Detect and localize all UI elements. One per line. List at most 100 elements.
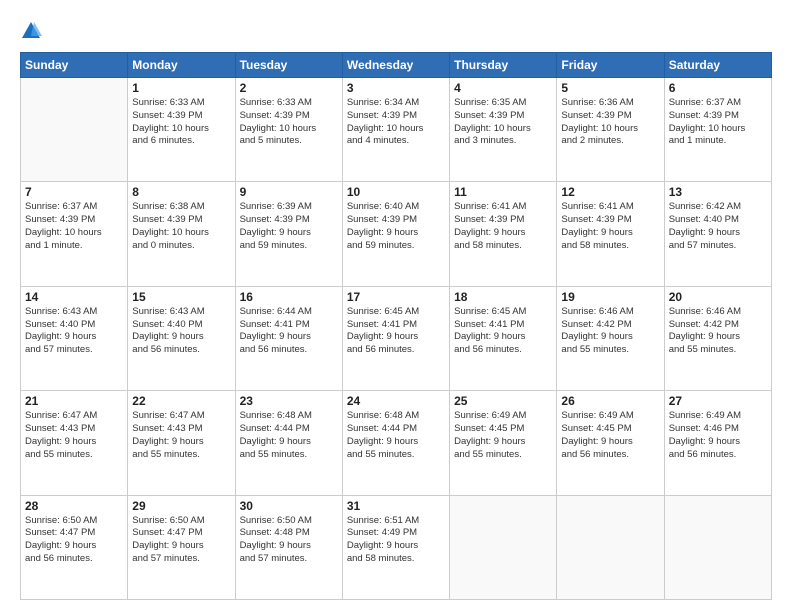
day-number: 5	[561, 81, 659, 95]
day-info: Sunrise: 6:35 AMSunset: 4:39 PMDaylight:…	[454, 97, 552, 148]
day-number: 9	[240, 185, 338, 199]
header	[20, 16, 772, 42]
day-info: Sunrise: 6:49 AMSunset: 4:45 PMDaylight:…	[454, 410, 552, 461]
day-info: Sunrise: 6:46 AMSunset: 4:42 PMDaylight:…	[561, 306, 659, 357]
day-info: Sunrise: 6:37 AMSunset: 4:39 PMDaylight:…	[669, 97, 767, 148]
day-number: 14	[25, 290, 123, 304]
day-info: Sunrise: 6:42 AMSunset: 4:40 PMDaylight:…	[669, 201, 767, 252]
day-number: 2	[240, 81, 338, 95]
day-info: Sunrise: 6:45 AMSunset: 4:41 PMDaylight:…	[347, 306, 445, 357]
day-info: Sunrise: 6:48 AMSunset: 4:44 PMDaylight:…	[347, 410, 445, 461]
page: SundayMondayTuesdayWednesdayThursdayFrid…	[0, 0, 792, 612]
calendar-cell: 2 Sunrise: 6:33 AMSunset: 4:39 PMDaylight…	[235, 78, 342, 182]
day-info: Sunrise: 6:48 AMSunset: 4:44 PMDaylight:…	[240, 410, 338, 461]
calendar-cell: 14Sunrise: 6:43 AMSunset: 4:40 PMDayligh…	[21, 286, 128, 390]
day-info: Sunrise: 6:46 AMSunset: 4:42 PMDaylight:…	[669, 306, 767, 357]
calendar-cell: 12 Sunrise: 6:41 AMSunset: 4:39 PMDayligh…	[557, 182, 664, 286]
day-number: 3	[347, 81, 445, 95]
day-info: Sunrise: 6:34 AMSunset: 4:39 PMDaylight:…	[347, 97, 445, 148]
calendar-cell: 28 Sunrise: 6:50 AMSunset: 4:47 PMDayligh…	[21, 495, 128, 599]
calendar-cell	[664, 495, 771, 599]
calendar-cell: 18 Sunrise: 6:45 AMSunset: 4:41 PMDayligh…	[450, 286, 557, 390]
calendar-cell: 8 Sunrise: 6:38 AMSunset: 4:39 PMDaylight…	[128, 182, 235, 286]
day-info: Sunrise: 6:43 AMSunset: 4:40 PMDaylight:…	[132, 306, 230, 357]
day-number: 20	[669, 290, 767, 304]
day-info: Sunrise: 6:40 AMSunset: 4:39 PMDaylight:…	[347, 201, 445, 252]
weekday-header-tuesday: Tuesday	[235, 53, 342, 78]
day-info: Sunrise: 6:50 AMSunset: 4:47 PMDaylight:…	[25, 515, 123, 566]
day-info: Sunrise: 6:47 AMSunset: 4:43 PMDaylight:…	[25, 410, 123, 461]
calendar-cell: 1Sunrise: 6:33 AMSunset: 4:39 PMDaylight…	[128, 78, 235, 182]
day-info: Sunrise: 6:50 AMSunset: 4:47 PMDaylight:…	[132, 515, 230, 566]
calendar-cell	[21, 78, 128, 182]
logo	[20, 20, 44, 42]
day-number: 15	[132, 290, 230, 304]
calendar-cell	[557, 495, 664, 599]
calendar-cell: 23Sunrise: 6:48 AMSunset: 4:44 PMDayligh…	[235, 391, 342, 495]
day-number: 13	[669, 185, 767, 199]
day-number: 7	[25, 185, 123, 199]
day-number: 27	[669, 394, 767, 408]
day-info: Sunrise: 6:50 AMSunset: 4:48 PMDaylight:…	[240, 515, 338, 566]
day-number: 17	[347, 290, 445, 304]
weekday-header-saturday: Saturday	[664, 53, 771, 78]
calendar-cell: 3 Sunrise: 6:34 AMSunset: 4:39 PMDaylight…	[342, 78, 449, 182]
calendar-cell	[450, 495, 557, 599]
calendar-cell: 31 Sunrise: 6:51 AMSunset: 4:49 PMDayligh…	[342, 495, 449, 599]
calendar-cell: 9Sunrise: 6:39 AMSunset: 4:39 PMDaylight…	[235, 182, 342, 286]
day-number: 12	[561, 185, 659, 199]
day-number: 25	[454, 394, 552, 408]
day-number: 11	[454, 185, 552, 199]
calendar-cell: 26Sunrise: 6:49 AMSunset: 4:45 PMDayligh…	[557, 391, 664, 495]
calendar-cell: 27 Sunrise: 6:49 AMSunset: 4:46 PMDayligh…	[664, 391, 771, 495]
weekday-header-wednesday: Wednesday	[342, 53, 449, 78]
day-info: Sunrise: 6:44 AMSunset: 4:41 PMDaylight:…	[240, 306, 338, 357]
day-info: Sunrise: 6:33 AMSunset: 4:39 PMDaylight:…	[240, 97, 338, 148]
day-number: 26	[561, 394, 659, 408]
calendar-cell: 20 Sunrise: 6:46 AMSunset: 4:42 PMDayligh…	[664, 286, 771, 390]
day-info: Sunrise: 6:49 AMSunset: 4:46 PMDaylight:…	[669, 410, 767, 461]
calendar-cell: 29 Sunrise: 6:50 AMSunset: 4:47 PMDayligh…	[128, 495, 235, 599]
day-number: 8	[132, 185, 230, 199]
calendar-table: SundayMondayTuesdayWednesdayThursdayFrid…	[20, 52, 772, 600]
day-number: 19	[561, 290, 659, 304]
calendar-cell: 15 Sunrise: 6:43 AMSunset: 4:40 PMDayligh…	[128, 286, 235, 390]
logo-icon	[20, 20, 42, 42]
day-info: Sunrise: 6:38 AMSunset: 4:39 PMDaylight:…	[132, 201, 230, 252]
day-number: 6	[669, 81, 767, 95]
day-info: Sunrise: 6:45 AMSunset: 4:41 PMDaylight:…	[454, 306, 552, 357]
calendar-cell: 17 Sunrise: 6:45 AMSunset: 4:41 PMDayligh…	[342, 286, 449, 390]
calendar-cell: 16 Sunrise: 6:44 AMSunset: 4:41 PMDayligh…	[235, 286, 342, 390]
weekday-header-friday: Friday	[557, 53, 664, 78]
day-info: Sunrise: 6:41 AMSunset: 4:39 PMDaylight:…	[454, 201, 552, 252]
calendar-cell: 4 Sunrise: 6:35 AMSunset: 4:39 PMDaylight…	[450, 78, 557, 182]
calendar-cell: 10 Sunrise: 6:40 AMSunset: 4:39 PMDayligh…	[342, 182, 449, 286]
weekday-header-monday: Monday	[128, 53, 235, 78]
day-number: 18	[454, 290, 552, 304]
calendar-cell: 11 Sunrise: 6:41 AMSunset: 4:39 PMDayligh…	[450, 182, 557, 286]
day-info: Sunrise: 6:51 AMSunset: 4:49 PMDaylight:…	[347, 515, 445, 566]
day-number: 28	[25, 499, 123, 513]
calendar-cell: 19 Sunrise: 6:46 AMSunset: 4:42 PMDayligh…	[557, 286, 664, 390]
calendar-cell: 6 Sunrise: 6:37 AMSunset: 4:39 PMDaylight…	[664, 78, 771, 182]
weekday-header-thursday: Thursday	[450, 53, 557, 78]
day-number: 16	[240, 290, 338, 304]
calendar-cell: 13 Sunrise: 6:42 AMSunset: 4:40 PMDayligh…	[664, 182, 771, 286]
day-number: 30	[240, 499, 338, 513]
day-number: 22	[132, 394, 230, 408]
calendar-cell: 5Sunrise: 6:36 AMSunset: 4:39 PMDaylight…	[557, 78, 664, 182]
day-info: Sunrise: 6:47 AMSunset: 4:43 PMDaylight:…	[132, 410, 230, 461]
weekday-header-sunday: Sunday	[21, 53, 128, 78]
day-info: Sunrise: 6:37 AMSunset: 4:39 PMDaylight:…	[25, 201, 123, 252]
day-info: Sunrise: 6:41 AMSunset: 4:39 PMDaylight:…	[561, 201, 659, 252]
day-number: 1	[132, 81, 230, 95]
day-number: 10	[347, 185, 445, 199]
day-number: 29	[132, 499, 230, 513]
calendar-cell: 30 Sunrise: 6:50 AMSunset: 4:48 PMDayligh…	[235, 495, 342, 599]
calendar-cell: 21Sunrise: 6:47 AMSunset: 4:43 PMDayligh…	[21, 391, 128, 495]
day-number: 4	[454, 81, 552, 95]
day-number: 31	[347, 499, 445, 513]
day-number: 24	[347, 394, 445, 408]
calendar-cell: 25 Sunrise: 6:49 AMSunset: 4:45 PMDayligh…	[450, 391, 557, 495]
calendar-cell: 22 Sunrise: 6:47 AMSunset: 4:43 PMDayligh…	[128, 391, 235, 495]
